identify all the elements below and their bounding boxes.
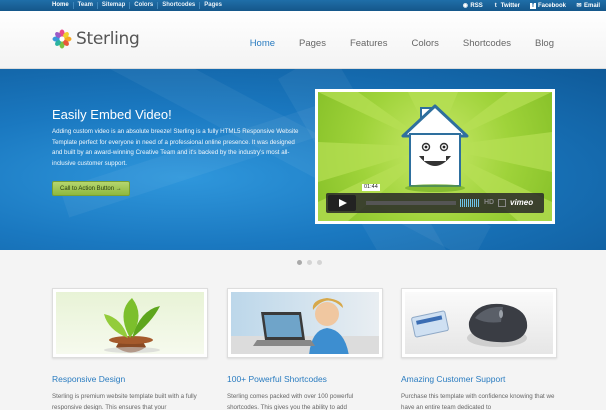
- fullscreen-icon[interactable]: [498, 199, 506, 207]
- social-email[interactable]: ✉ Email: [576, 3, 600, 9]
- mouse-card-image: [405, 292, 553, 354]
- video-timestamp: 01:44: [362, 184, 380, 191]
- social-label: Twitter: [500, 2, 520, 9]
- feature-title[interactable]: Amazing Customer Support: [401, 374, 557, 384]
- social-label: RSS: [470, 2, 483, 9]
- feature-image-frame: [401, 288, 557, 358]
- nav-home[interactable]: Home: [250, 38, 275, 49]
- top-nav-shortcodes[interactable]: Shortcodes: [157, 2, 199, 9]
- nav-pages[interactable]: Pages: [299, 38, 326, 49]
- main-nav: Home Pages Features Colors Shortcodes Bl…: [250, 38, 554, 49]
- slider-dot[interactable]: [317, 260, 322, 265]
- top-bar: Home Team Sitemap Colors Shortcodes Page…: [0, 0, 606, 11]
- top-nav: Home Team Sitemap Colors Shortcodes Page…: [52, 0, 226, 11]
- slider-dot[interactable]: [307, 260, 312, 265]
- nav-blog[interactable]: Blog: [535, 38, 554, 49]
- social-twitter[interactable]: t Twitter: [493, 3, 520, 9]
- feature-column: Responsive Design Sterling is premium we…: [52, 288, 208, 410]
- laptop-person-icon: [231, 298, 379, 354]
- video-screen[interactable]: 01:44 HD vimeo: [318, 92, 552, 221]
- computer-mouse-icon: [411, 303, 528, 347]
- woman-laptop-image: [231, 292, 379, 354]
- play-button[interactable]: [328, 195, 356, 211]
- social-links: ◉ RSS t Twitter f Facebook ✉ Email: [462, 0, 600, 11]
- top-nav-home[interactable]: Home: [52, 2, 73, 9]
- video-scrubber[interactable]: [366, 201, 456, 205]
- hero-title: Easily Embed Video!: [52, 107, 172, 122]
- social-facebook[interactable]: f Facebook: [529, 2, 566, 9]
- top-nav-colors[interactable]: Colors: [129, 2, 157, 9]
- hero-description: Adding custom video is an absolute breez…: [52, 128, 299, 167]
- feature-text: Sterling comes packed with over 100 powe…: [227, 393, 354, 410]
- hd-toggle[interactable]: HD: [484, 199, 494, 206]
- feature-image-frame: [52, 288, 208, 358]
- slider-pagination: [297, 260, 322, 265]
- feature-image-frame: [227, 288, 383, 358]
- feature-column: Amazing Customer Support Purchase this t…: [401, 288, 557, 410]
- site-header: Sterling Home Pages Features Colors Shor…: [0, 11, 606, 69]
- nav-features[interactable]: Features: [350, 38, 388, 49]
- feature-column: 100+ Powerful Shortcodes Sterling comes …: [227, 288, 383, 410]
- feature-title[interactable]: 100+ Powerful Shortcodes: [227, 374, 383, 384]
- volume-icon[interactable]: [460, 199, 480, 207]
- nav-colors[interactable]: Colors: [411, 38, 438, 49]
- email-icon: ✉: [576, 2, 582, 9]
- rss-icon: ◉: [462, 2, 469, 9]
- social-rss[interactable]: ◉ RSS: [462, 2, 483, 9]
- social-label: Facebook: [537, 2, 566, 9]
- slider-dot[interactable]: [297, 260, 302, 265]
- nav-shortcodes[interactable]: Shortcodes: [463, 38, 511, 49]
- hero-slider: Easily Embed Video! Adding custom video …: [0, 69, 606, 250]
- facebook-icon: f: [529, 2, 536, 9]
- site-logo[interactable]: Sterling: [52, 29, 140, 49]
- top-nav-pages[interactable]: Pages: [199, 2, 226, 9]
- logo-flower-icon: [52, 29, 72, 49]
- top-nav-sitemap[interactable]: Sitemap: [96, 2, 129, 9]
- call-to-action-button[interactable]: Call to Action Button →: [52, 181, 130, 196]
- video-controls: HD vimeo: [326, 193, 544, 213]
- top-nav-team[interactable]: Team: [72, 2, 97, 9]
- spa-leaves-image: [56, 292, 204, 354]
- video-player[interactable]: 01:44 HD vimeo: [315, 89, 555, 224]
- vimeo-logo[interactable]: vimeo: [510, 198, 533, 207]
- logo-text: Sterling: [76, 29, 140, 49]
- twitter-icon: t: [494, 2, 497, 9]
- feature-text: Purchase this template with confidence k…: [401, 393, 555, 410]
- social-label: Email: [583, 2, 600, 9]
- leaves-bowl-icon: [104, 298, 160, 353]
- feature-title[interactable]: Responsive Design: [52, 374, 208, 384]
- feature-text: Sterling is premium website template bui…: [52, 393, 197, 410]
